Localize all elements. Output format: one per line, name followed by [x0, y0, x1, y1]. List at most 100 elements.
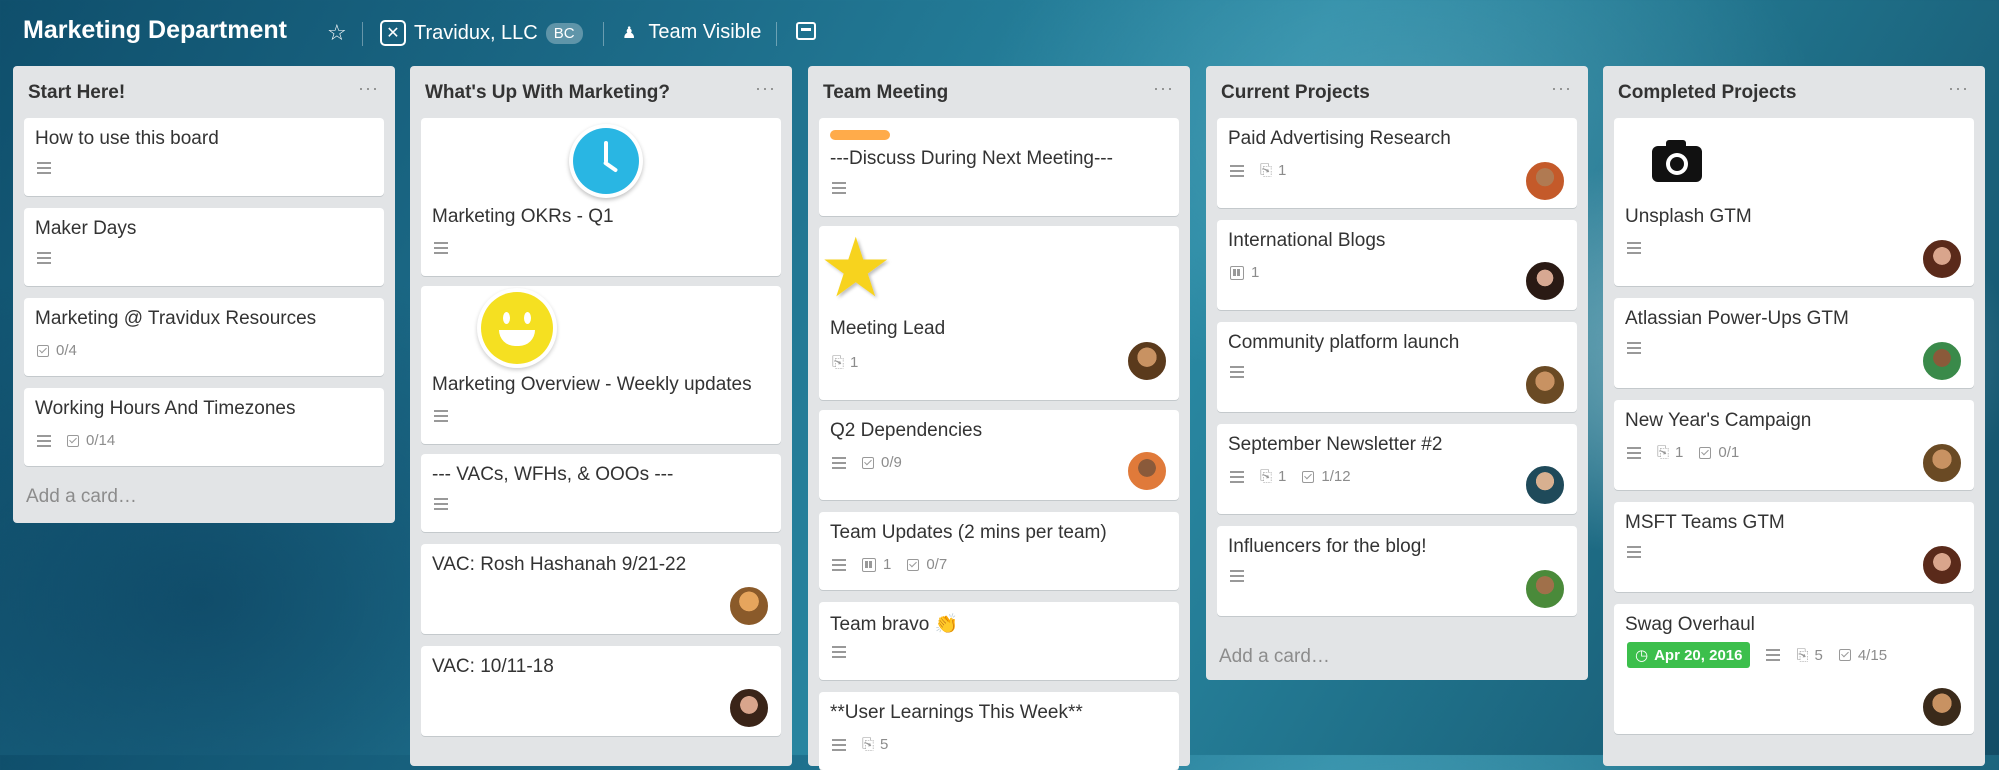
card-title: Paid Advertising Research: [1228, 128, 1451, 149]
org-badge: BC: [545, 22, 583, 44]
archive-icon[interactable]: [796, 22, 816, 40]
list-menu-icon[interactable]: ···: [1153, 78, 1174, 99]
checklist-icon: [1838, 649, 1851, 661]
card-title: **User Learnings This Week**: [830, 702, 1083, 723]
member-avatar[interactable]: [1524, 364, 1566, 406]
card[interactable]: Team bravo 👏: [819, 602, 1179, 680]
card-badges: 0/14: [37, 432, 131, 449]
list-title[interactable]: Current Projects: [1221, 82, 1370, 104]
card[interactable]: How to use this board: [24, 118, 384, 196]
card[interactable]: Q2 Dependencies 0/9: [819, 410, 1179, 500]
visibility-button[interactable]: ♟ Team Visible: [622, 21, 761, 44]
board-badge: 1: [1230, 264, 1259, 281]
card[interactable]: ★ Meeting Lead ⎘ 1: [819, 226, 1179, 400]
card-badges: [832, 182, 846, 194]
list-menu-icon[interactable]: ···: [358, 78, 379, 99]
member-avatar[interactable]: [728, 687, 770, 729]
member-avatar[interactable]: [728, 585, 770, 627]
checklist-badge: 0/14: [67, 432, 115, 449]
list-whats-up: What's Up With Marketing? ··· Marketing …: [410, 66, 792, 766]
team-icon: ♟: [622, 24, 637, 42]
card-title: New Year's Campaign: [1625, 410, 1812, 431]
description-icon: [1766, 649, 1781, 661]
member-avatar[interactable]: [1921, 686, 1963, 728]
card[interactable]: International Blogs 1: [1217, 220, 1577, 310]
card[interactable]: Influencers for the blog!: [1217, 526, 1577, 616]
member-avatar[interactable]: [1524, 568, 1566, 610]
add-card-button[interactable]: Add a card…: [26, 486, 137, 508]
board-icon: [1230, 265, 1244, 280]
card[interactable]: Marketing @ Travidux Resources 0/4: [24, 298, 384, 376]
card[interactable]: Unsplash GTM: [1614, 118, 1974, 286]
card-badges: [1627, 342, 1641, 354]
member-avatar[interactable]: [1921, 442, 1963, 484]
card[interactable]: Community platform launch: [1217, 322, 1577, 412]
list-menu-icon[interactable]: ···: [1551, 78, 1572, 99]
card[interactable]: Swag Overhaul ◷ Apr 20, 2016 ⎘ 5 4/15: [1614, 604, 1974, 734]
list-header: What's Up With Marketing? ···: [410, 66, 792, 118]
card-title: Q2 Dependencies: [830, 420, 983, 441]
card-badges: [37, 162, 51, 174]
card[interactable]: --- VACs, WFHs, & OOOs ---: [421, 454, 781, 532]
attachment-count: 1: [1675, 444, 1684, 461]
list-title[interactable]: What's Up With Marketing?: [425, 82, 670, 104]
member-avatar[interactable]: [1921, 544, 1963, 586]
star-icon[interactable]: ☆: [327, 20, 347, 46]
card-title: Swag Overhaul: [1625, 614, 1755, 635]
card[interactable]: Marketing Overview - Weekly updates: [421, 286, 781, 444]
description-icon: [1627, 446, 1641, 459]
card[interactable]: Maker Days: [24, 208, 384, 286]
list-title[interactable]: Start Here!: [28, 82, 125, 104]
card[interactable]: Team Updates (2 mins per team) 1 0/7: [819, 512, 1179, 590]
checklist-badge: 0/7: [907, 556, 947, 573]
card[interactable]: September Newsletter #2 ⎘ 1 1/12: [1217, 424, 1577, 514]
checklist-badge: 0/1: [1699, 444, 1739, 461]
description-icon: [1627, 342, 1641, 354]
member-avatar[interactable]: [1921, 238, 1963, 280]
description-icon: [832, 646, 846, 658]
org-button[interactable]: ✕ Travidux, LLC BC: [380, 20, 583, 46]
card[interactable]: Working Hours And Timezones 0/14: [24, 388, 384, 466]
card[interactable]: Paid Advertising Research ⎘ 1: [1217, 118, 1577, 208]
visibility-label: Team Visible: [648, 21, 762, 43]
card[interactable]: **User Learnings This Week** ⎘ 5: [819, 692, 1179, 770]
description-icon: [1627, 242, 1641, 254]
add-card-button[interactable]: Add a card…: [1219, 646, 1330, 668]
board-badge: 1: [862, 556, 891, 573]
member-avatar[interactable]: [1524, 464, 1566, 506]
member-avatar[interactable]: [1126, 450, 1168, 492]
member-avatar[interactable]: [1524, 160, 1566, 202]
card-title: Unsplash GTM: [1625, 206, 1752, 227]
card[interactable]: Atlassian Power-Ups GTM: [1614, 298, 1974, 388]
board-title[interactable]: Marketing Department: [23, 16, 287, 45]
card-title: International Blogs: [1228, 230, 1386, 251]
card-title: Marketing Overview - Weekly updates: [432, 374, 752, 395]
attachment-badge: ⎘ 1: [1657, 444, 1683, 461]
checklist-count: 0/7: [926, 556, 948, 573]
list-title[interactable]: Completed Projects: [1618, 82, 1796, 104]
card[interactable]: MSFT Teams GTM: [1614, 502, 1974, 592]
checklist-icon: [907, 558, 920, 571]
list-menu-icon[interactable]: ···: [1948, 78, 1969, 99]
due-date-badge[interactable]: ◷ Apr 20, 2016: [1627, 642, 1751, 668]
star-sticker-icon: ★: [819, 223, 893, 314]
card-badges: [1230, 366, 1244, 378]
card[interactable]: ---Discuss During Next Meeting---: [819, 118, 1179, 216]
list-menu-icon[interactable]: ···: [755, 78, 776, 99]
card-badges: 1: [1230, 264, 1275, 281]
list-title[interactable]: Team Meeting: [823, 82, 948, 104]
description-icon: [1230, 570, 1244, 582]
card[interactable]: New Year's Campaign ⎘ 1 0/1: [1614, 400, 1974, 490]
card[interactable]: VAC: Rosh Hashanah 9/21-22: [421, 544, 781, 634]
orange-label: [830, 130, 890, 140]
card[interactable]: Marketing OKRs - Q1: [421, 118, 781, 276]
card[interactable]: VAC: 10/11-18: [421, 646, 781, 736]
attachment-count: 1: [1278, 162, 1287, 179]
paperclip-icon: ⎘: [1796, 646, 1809, 664]
description-icon: [1627, 546, 1641, 558]
card-title: Community platform launch: [1228, 332, 1460, 353]
member-avatar[interactable]: [1524, 260, 1566, 302]
member-avatar[interactable]: [1921, 340, 1963, 382]
member-avatar[interactable]: [1126, 340, 1168, 382]
card-title: Influencers for the blog!: [1228, 536, 1427, 557]
